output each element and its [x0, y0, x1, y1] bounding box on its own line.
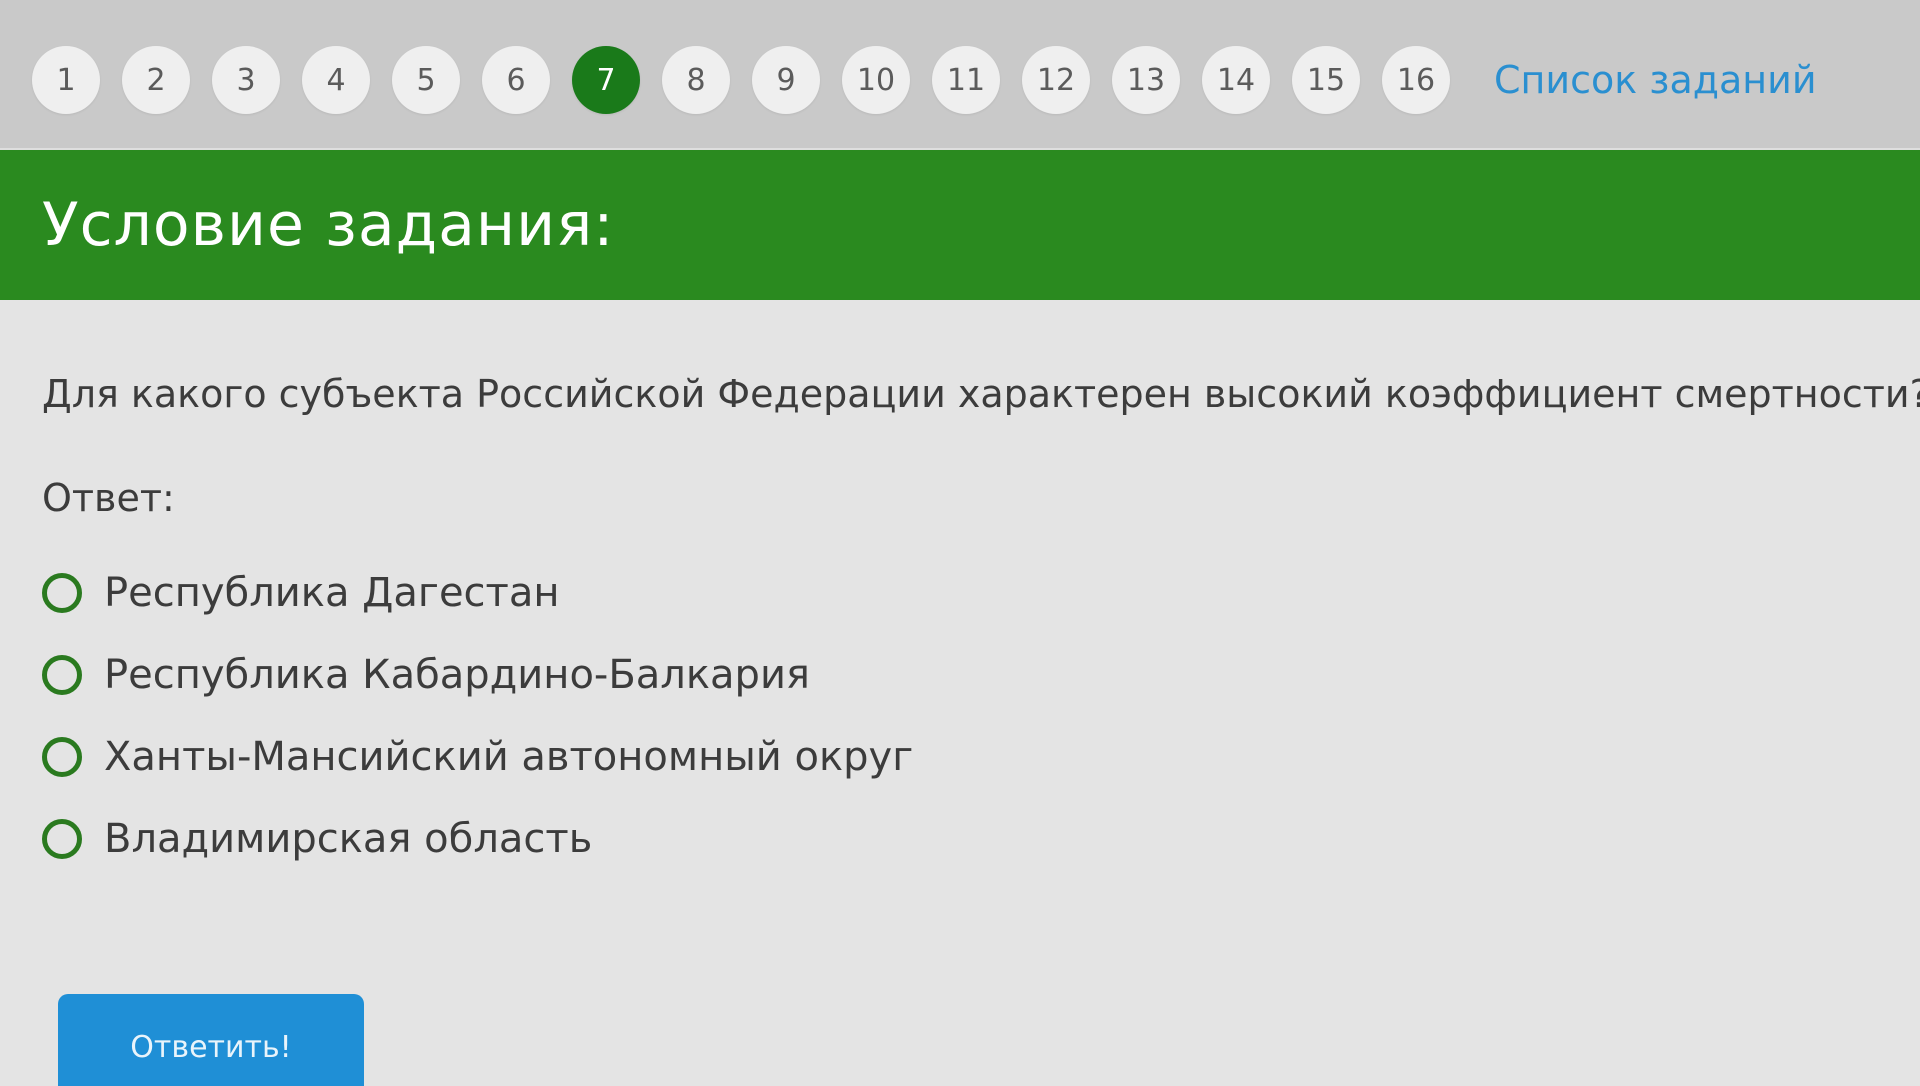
task-number-list: 1 2 3 4 5 6 7 8 9 10 11 12 13 14 15 16 С… — [32, 46, 1817, 114]
task-button-16[interactable]: 16 — [1382, 46, 1450, 114]
answer-option-3[interactable]: Ханты-Мансийский автономный округ — [42, 728, 1882, 786]
submit-answer-button[interactable]: Ответить! — [58, 994, 364, 1086]
task-button-6[interactable]: 6 — [482, 46, 550, 114]
task-button-13[interactable]: 13 — [1112, 46, 1180, 114]
task-button-11[interactable]: 11 — [932, 46, 1000, 114]
task-content: Для какого субъекта Российской Федерации… — [42, 300, 1920, 892]
task-button-7-current[interactable]: 7 — [572, 46, 640, 114]
answer-option-1[interactable]: Республика Дагестан — [42, 564, 1882, 622]
task-condition-banner: Условие задания: — [0, 150, 1920, 300]
option-label: Владимирская область — [104, 816, 593, 862]
task-button-8[interactable]: 8 — [662, 46, 730, 114]
answer-label: Ответ: — [42, 476, 175, 520]
option-label: Республика Дагестан — [104, 570, 560, 616]
option-label: Ханты-Мансийский автономный округ — [104, 734, 914, 780]
answer-options: Республика Дагестан Республика Кабардино… — [42, 564, 1882, 868]
banner-title: Условие задания: — [42, 190, 615, 260]
radio-button[interactable] — [42, 737, 82, 777]
radio-button[interactable] — [42, 573, 82, 613]
task-button-3[interactable]: 3 — [212, 46, 280, 114]
task-button-9[interactable]: 9 — [752, 46, 820, 114]
radio-button[interactable] — [42, 655, 82, 695]
radio-button[interactable] — [42, 819, 82, 859]
task-button-10[interactable]: 10 — [842, 46, 910, 114]
task-button-5[interactable]: 5 — [392, 46, 460, 114]
task-button-2[interactable]: 2 — [122, 46, 190, 114]
question-text: Для какого субъекта Российской Федерации… — [42, 372, 1920, 416]
task-list-link[interactable]: Список заданий — [1494, 58, 1817, 102]
answer-option-2[interactable]: Республика Кабардино-Балкария — [42, 646, 1882, 704]
task-button-14[interactable]: 14 — [1202, 46, 1270, 114]
answer-option-4[interactable]: Владимирская область — [42, 810, 1882, 868]
task-button-15[interactable]: 15 — [1292, 46, 1360, 114]
task-navigation: 1 2 3 4 5 6 7 8 9 10 11 12 13 14 15 16 С… — [0, 0, 1920, 154]
task-button-1[interactable]: 1 — [32, 46, 100, 114]
task-button-12[interactable]: 12 — [1022, 46, 1090, 114]
option-label: Республика Кабардино-Балкария — [104, 652, 810, 698]
task-button-4[interactable]: 4 — [302, 46, 370, 114]
